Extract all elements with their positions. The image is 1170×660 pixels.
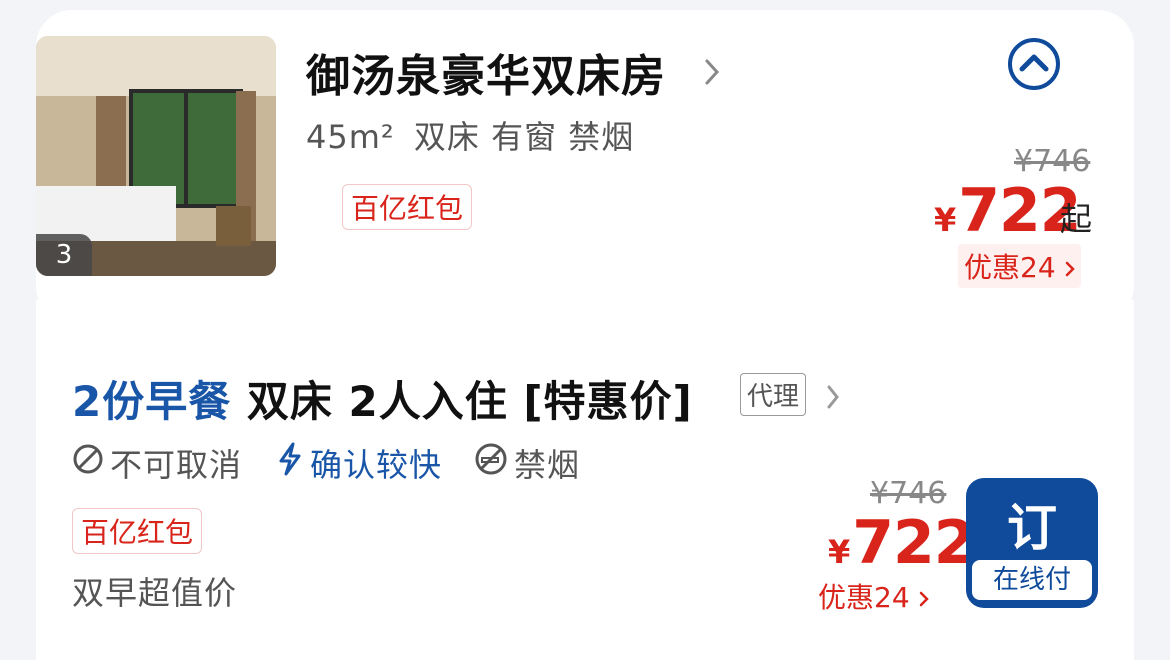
feature-fast-confirm: 确认较快: [276, 440, 442, 486]
promo-badge: 百亿红包: [72, 508, 203, 554]
chevron-right-icon: [1065, 261, 1075, 277]
agent-tag: 代理: [740, 373, 807, 416]
photo-count: 3: [36, 234, 92, 276]
plan-subtext: 双早超值价: [72, 574, 238, 612]
room-price-current: ¥722: [934, 176, 1082, 246]
feature-no-smoking: 禁烟: [474, 440, 580, 486]
chevron-right-icon[interactable]: [704, 58, 720, 90]
room-price-original: ¥746: [1014, 144, 1091, 179]
prohibited-icon: [72, 443, 104, 483]
plan-discount-link[interactable]: 优惠24: [812, 574, 935, 618]
promo-badge: 百亿红包: [342, 184, 473, 230]
plan-title-rest: 双床 2人入住 [特惠价]: [246, 377, 693, 426]
room-area: 45: [306, 118, 349, 156]
chevron-right-icon[interactable]: [826, 384, 840, 414]
room-discount-link[interactable]: 优惠24: [958, 244, 1081, 288]
plan-price-current: ¥722: [828, 508, 976, 578]
pay-online-label: 在线付: [972, 560, 1092, 600]
room-specs: 45m² 双床 有窗 禁烟: [306, 112, 634, 158]
plan-title[interactable]: 2份早餐 双床 2人入住 [特惠价]: [72, 368, 693, 429]
book-button[interactable]: 订 在线付: [966, 478, 1098, 608]
room-attributes: 双床 有窗 禁烟: [413, 118, 635, 156]
price-from-suffix: 起: [1060, 200, 1093, 238]
room-photo[interactable]: 3: [36, 36, 276, 276]
plan-price-original: ¥746: [870, 476, 947, 511]
plan-breakfast: 2份早餐: [72, 377, 232, 426]
room-title[interactable]: 御汤泉豪华双床房: [306, 40, 666, 104]
room-area-unit: m²: [348, 118, 395, 156]
lightning-icon: [276, 442, 304, 484]
chevron-up-circle-icon[interactable]: [1006, 36, 1062, 96]
no-smoking-icon: [474, 442, 508, 484]
book-label: 订: [1007, 499, 1057, 557]
chevron-right-icon: [919, 591, 929, 607]
feature-no-cancel: 不可取消: [72, 440, 242, 486]
